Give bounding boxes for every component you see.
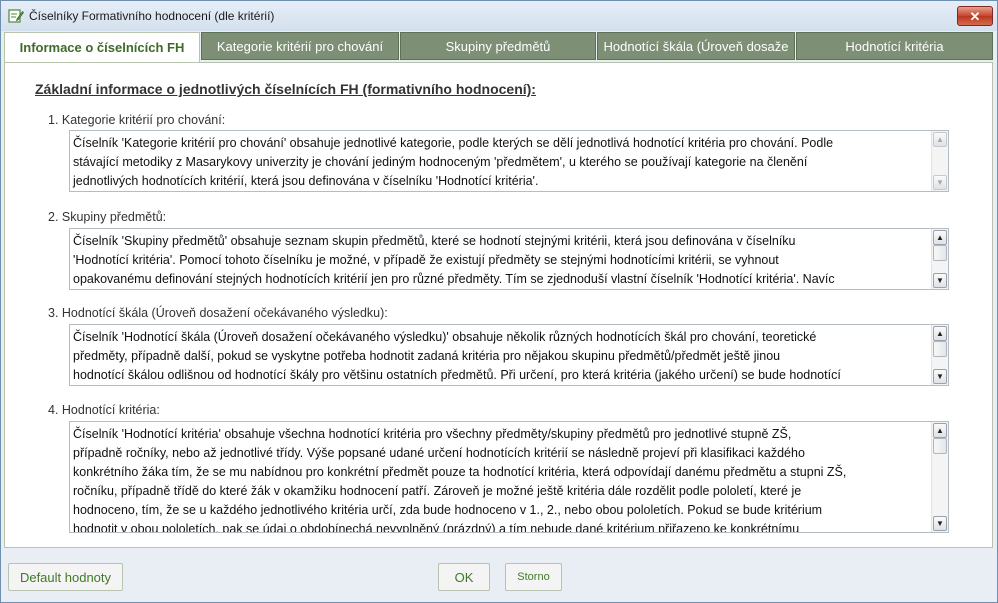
scroll-down-icon[interactable]: ▼ [933,516,947,531]
section-text: Číselník 'Hodnotící škála (Úroveň dosaže… [73,330,841,382]
scrollbar[interactable]: ▲ ▼ [931,325,948,385]
scroll-thumb[interactable] [933,438,947,454]
section-text: Číselník 'Skupiny předmětů' obsahuje sez… [73,234,835,286]
scroll-thumb[interactable] [933,341,947,357]
section-textbox[interactable]: Číselník 'Hodnotící škála (Úroveň dosaže… [69,324,949,386]
scroll-up-icon[interactable]: ▲ [933,326,947,341]
scroll-down-icon[interactable]: ▼ [933,175,947,190]
section-label: 1. Kategorie kritérií pro chování: [48,113,226,127]
tab-skupiny[interactable]: Skupiny předmětů [400,32,596,60]
tab-skala[interactable]: Hodnotící škála (Úroveň dosaže [597,32,795,60]
scroll-down-icon[interactable]: ▼ [933,273,947,288]
section-textbox[interactable]: Číselník 'Skupiny předmětů' obsahuje sez… [69,228,949,290]
section-textbox[interactable]: Číselník 'Hodnotící kritéria' obsahuje v… [69,421,949,533]
close-icon: ✕ [969,8,981,24]
info-panel: Základní informace o jednotlivých číseln… [4,62,993,548]
section-label: 3. Hodnotící škála (Úroveň dosažení oček… [48,306,388,320]
scrollbar[interactable]: ▲ ▼ [931,229,948,289]
cancel-button[interactable]: Storno [505,563,562,591]
section-textbox[interactable]: Číselník 'Kategorie kritérií pro chování… [69,130,949,192]
tab-kategorie[interactable]: Kategorie kritérií pro chování [201,32,399,60]
scrollbar[interactable]: ▲ ▼ [931,131,948,191]
dialog-window: Číselníky Formativního hodnocení (dle kr… [0,0,998,603]
title-bar: Číselníky Formativního hodnocení (dle kr… [1,1,997,31]
tab-kriteria[interactable]: Hodnotící kritéria [796,32,993,60]
close-button[interactable]: ✕ [957,6,993,26]
panel-heading: Základní informace o jednotlivých číseln… [35,81,536,97]
section-label: 4. Hodnotící kritéria: [48,403,160,417]
scroll-up-icon[interactable]: ▲ [933,423,947,438]
tab-informace[interactable]: Informace o číselnících FH [4,32,200,62]
scroll-down-icon[interactable]: ▼ [933,369,947,384]
scroll-up-icon[interactable]: ▲ [933,132,947,147]
scrollbar[interactable]: ▲ ▼ [931,422,948,532]
edit-document-icon [8,9,24,23]
ok-button[interactable]: OK [438,563,490,591]
scroll-up-icon[interactable]: ▲ [933,230,947,245]
section-text: Číselník 'Kategorie kritérií pro chování… [73,136,834,188]
default-values-button[interactable]: Default hodnoty [8,563,123,591]
section-text: Číselník 'Hodnotící kritéria' obsahuje v… [73,427,847,533]
window-title: Číselníky Formativního hodnocení (dle kr… [29,9,275,23]
tab-bar: Informace o číselnících FH Kategorie kri… [4,32,993,62]
scroll-thumb[interactable] [933,245,947,261]
section-label: 2. Skupiny předmětů: [48,210,167,224]
